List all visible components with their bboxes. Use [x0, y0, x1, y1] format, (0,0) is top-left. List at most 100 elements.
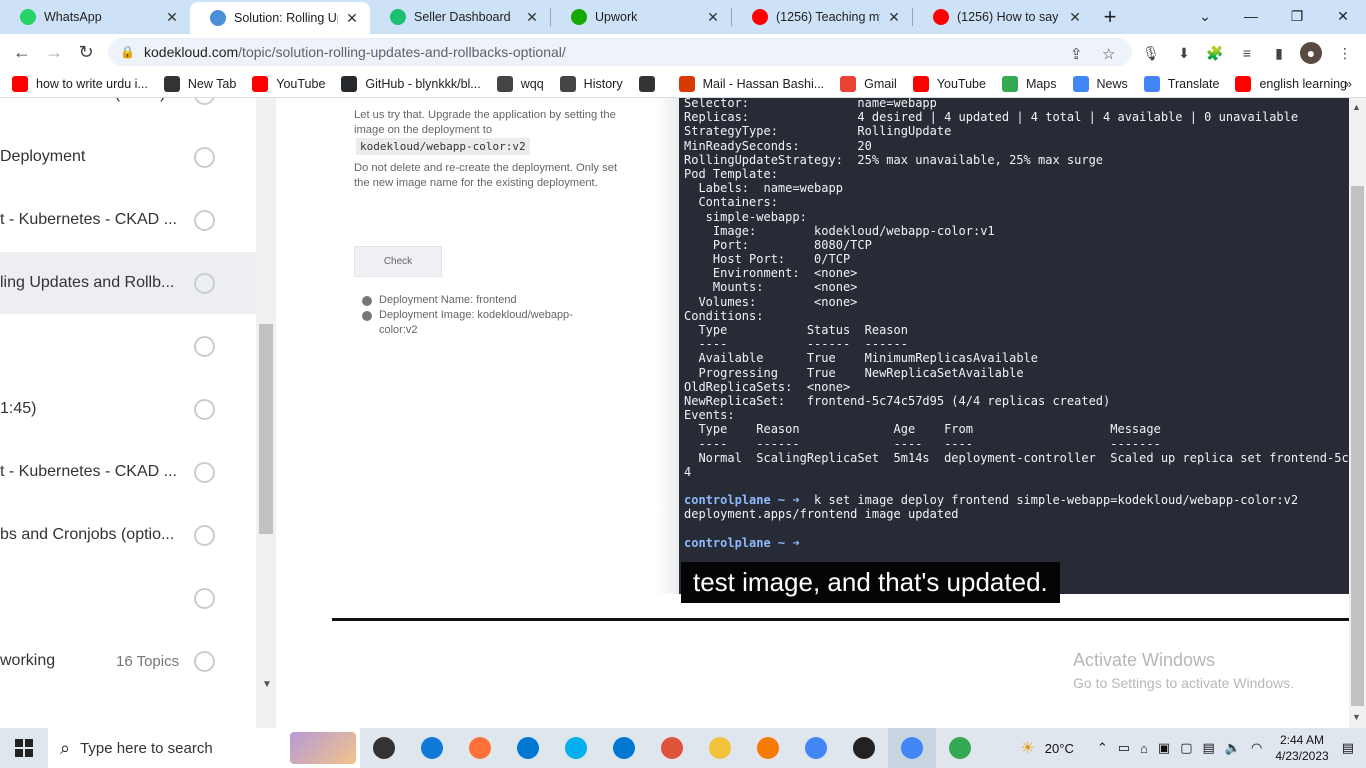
- tab-close-icon[interactable]: ✕: [705, 9, 721, 26]
- tab-close-icon[interactable]: ✕: [344, 10, 360, 27]
- bookmark-item[interactable]: [638, 75, 663, 92]
- forward-icon[interactable]: →: [38, 36, 70, 68]
- sidebar-lesson-item[interactable]: Deployment: [0, 126, 256, 188]
- extensions-icon[interactable]: 🧩: [1204, 42, 1226, 64]
- browser-tab[interactable]: Solution: Rolling Upda ✕: [190, 2, 370, 34]
- sidebar-lesson-item[interactable]: t - Kubernetes - CKAD ...: [0, 189, 256, 251]
- taskbar-app[interactable]: [456, 728, 504, 768]
- reload-icon[interactable]: ↻: [70, 36, 102, 68]
- profile-avatar[interactable]: ●: [1300, 42, 1322, 64]
- sidebar-lesson-item[interactable]: working 16 Topics: [0, 630, 256, 692]
- taskbar-search[interactable]: ⌕ Type here to search: [48, 728, 360, 768]
- bookmark-item[interactable]: english learning: [1235, 75, 1347, 92]
- bookmark-item[interactable]: Mail - Hassan Bashi...: [678, 75, 824, 92]
- download-extension-icon[interactable]: ⬇: [1173, 42, 1195, 64]
- taskbar-app[interactable]: [744, 728, 792, 768]
- scroll-down-icon[interactable]: ▼: [1352, 712, 1361, 722]
- lesson-status-circle-icon[interactable]: [194, 398, 215, 420]
- wifi-icon[interactable]: ◠: [1251, 740, 1262, 756]
- weather-temp[interactable]: 20°C: [1045, 741, 1074, 756]
- start-button[interactable]: [0, 728, 48, 768]
- volume-icon[interactable]: 🔈: [1225, 740, 1241, 756]
- sidebar-lesson-item[interactable]: 1:45): [0, 378, 256, 440]
- tab-search-icon[interactable]: ⌄: [1182, 0, 1228, 32]
- terminal-window[interactable]: Selector: name=webapp Replicas: 4 desired…: [679, 98, 1349, 594]
- browser-tab[interactable]: (1256) Teaching my W ✕: [732, 0, 912, 34]
- mic-icon[interactable]: 🎙: [1140, 42, 1162, 64]
- sidebar-lesson-item[interactable]: ling Updates and Rollb...: [0, 252, 256, 314]
- lesson-status-circle-icon[interactable]: [194, 335, 215, 357]
- taskbar-app[interactable]: [696, 728, 744, 768]
- lock-icon[interactable]: 🔒: [120, 45, 135, 59]
- minimize-icon[interactable]: —: [1228, 0, 1274, 32]
- bookmark-item[interactable]: wqq: [496, 75, 544, 92]
- sidebar-scroll-thumb[interactable]: [259, 324, 273, 534]
- page-scroll-thumb[interactable]: [1351, 186, 1364, 706]
- taskbar-clock[interactable]: 2:44 AM 4/23/2023: [1275, 732, 1328, 764]
- tab-close-icon[interactable]: ✕: [164, 9, 180, 26]
- taskbar-app[interactable]: [792, 728, 840, 768]
- sidebar-lesson-item[interactable]: [0, 315, 256, 377]
- bookmark-star-icon[interactable]: ☆: [1102, 45, 1115, 63]
- chevron-up-icon[interactable]: ⌃: [1097, 740, 1108, 756]
- bookmark-item[interactable]: Translate: [1143, 75, 1219, 92]
- address-bar[interactable]: 🔒 kodekloud.com/topic/solution-rolling-u…: [108, 38, 1132, 66]
- sidebar-lesson-item[interactable]: t - Kubernetes - CKAD ...: [0, 441, 256, 503]
- bookmark-item[interactable]: Gmail: [840, 75, 897, 92]
- taskbar-app[interactable]: [888, 728, 936, 768]
- bookmarks-overflow-icon[interactable]: »: [1345, 76, 1352, 91]
- bookmark-item[interactable]: News: [1072, 75, 1128, 92]
- bookmark-item[interactable]: GitHub - blynkkk/bl...: [341, 75, 481, 92]
- lesson-status-circle-icon[interactable]: [194, 461, 215, 483]
- taskbar-app[interactable]: [408, 728, 456, 768]
- weather-icon[interactable]: ☀: [1020, 738, 1034, 758]
- lesson-status-circle-icon[interactable]: [194, 524, 215, 546]
- network-icon[interactable]: ⌂: [1140, 741, 1148, 756]
- battery-icon[interactable]: ▭: [1118, 740, 1130, 756]
- taskbar-app[interactable]: [600, 728, 648, 768]
- taskbar-app[interactable]: [840, 728, 888, 768]
- browser-tab[interactable]: (1256) How to say "I d ✕: [913, 0, 1093, 34]
- lesson-status-circle-icon[interactable]: [194, 98, 215, 105]
- tab-close-icon[interactable]: ✕: [524, 9, 540, 26]
- lesson-status-circle-icon[interactable]: [194, 146, 215, 168]
- sidebar-scrollbar[interactable]: [256, 98, 276, 728]
- video-player[interactable]: Let us try that. Upgrade the application…: [332, 98, 1349, 620]
- taskbar-app[interactable]: [936, 728, 984, 768]
- taskbar-app[interactable]: [360, 728, 408, 768]
- back-icon[interactable]: ←: [6, 36, 38, 68]
- tab-close-icon[interactable]: ✕: [1067, 9, 1083, 26]
- display-icon[interactable]: ▢: [1180, 740, 1192, 756]
- taskbar-app[interactable]: [648, 728, 696, 768]
- lesson-status-circle-icon[interactable]: [194, 650, 215, 672]
- browser-tab[interactable]: Upwork ✕: [551, 0, 731, 34]
- new-tab-button[interactable]: +: [1093, 0, 1127, 34]
- sidebar-lesson-item[interactable]: bs and Cronjobs (optio...: [0, 504, 256, 566]
- page-scrollbar[interactable]: ▲ ▼: [1349, 98, 1366, 728]
- side-panel-icon[interactable]: ▮: [1268, 42, 1290, 64]
- close-window-icon[interactable]: ✕: [1320, 0, 1366, 32]
- restore-icon[interactable]: ❐: [1274, 0, 1320, 32]
- folder-tray-icon[interactable]: ▤: [1202, 740, 1214, 756]
- notifications-icon[interactable]: ▤: [1342, 740, 1354, 756]
- bookmark-item[interactable]: New Tab: [163, 75, 236, 92]
- menu-icon[interactable]: ⋮: [1334, 42, 1356, 64]
- bookmark-item[interactable]: YouTube: [252, 75, 325, 92]
- scroll-up-icon[interactable]: ▲: [1352, 102, 1361, 112]
- bookmark-item[interactable]: how to write urdu i...: [12, 75, 148, 92]
- bookmark-item[interactable]: History: [559, 75, 623, 92]
- sidebar-lesson-item[interactable]: [0, 567, 256, 629]
- sidebar-lesson-item[interactable]: tes & Rollbacks (06:47): [0, 98, 256, 125]
- browser-tab[interactable]: Seller Dashboard ✕: [370, 0, 550, 34]
- lesson-status-circle-icon[interactable]: [194, 272, 215, 294]
- share-icon[interactable]: ⇪: [1070, 45, 1083, 63]
- camera-icon[interactable]: ▣: [1158, 740, 1170, 756]
- check-button[interactable]: Check: [354, 246, 442, 277]
- sidebar-scroll-down-icon[interactable]: ▼: [262, 679, 272, 690]
- bookmark-item[interactable]: YouTube: [912, 75, 986, 92]
- tab-close-icon[interactable]: ✕: [886, 9, 902, 26]
- media-control-icon[interactable]: ≡: [1236, 42, 1258, 64]
- lesson-status-circle-icon[interactable]: [194, 587, 215, 609]
- taskbar-app[interactable]: [552, 728, 600, 768]
- video-progress-bar[interactable]: [332, 618, 1349, 621]
